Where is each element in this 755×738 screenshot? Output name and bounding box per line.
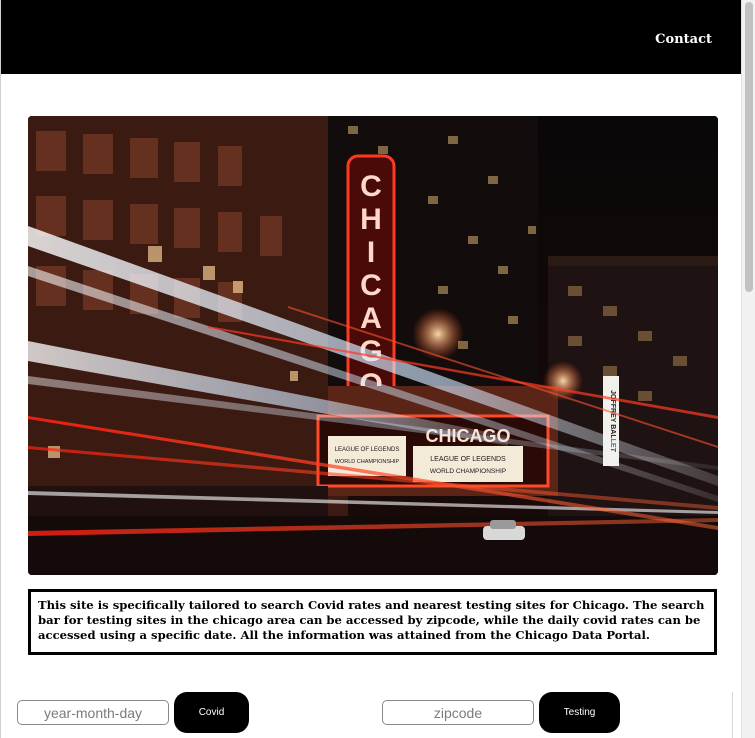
content-edge (732, 692, 741, 738)
svg-text:WORLD CHAMPIONSHIP: WORLD CHAMPIONSHIP (430, 468, 506, 475)
svg-text:A: A (360, 302, 382, 335)
vertical-scrollbar[interactable] (741, 0, 755, 738)
covid-search-button[interactable]: Covid (174, 692, 249, 733)
testing-search-button[interactable]: Testing (539, 692, 620, 733)
site-description-text: This site is specifically tailored to se… (38, 598, 705, 642)
svg-text:LEAGUE OF LEGENDS: LEAGUE OF LEGENDS (430, 456, 506, 463)
site-description-box: This site is specifically tailored to se… (28, 589, 717, 655)
vertical-sign-c: C (360, 170, 382, 203)
contact-link[interactable]: Contact (655, 32, 712, 47)
top-navbar: Contact (1, 0, 741, 74)
date-search-input[interactable] (17, 700, 169, 725)
svg-text:H: H (360, 203, 382, 236)
svg-text:WORLD CHAMPIONSHIP: WORLD CHAMPIONSHIP (335, 459, 400, 465)
svg-text:LEAGUE OF LEGENDS: LEAGUE OF LEGENDS (335, 447, 400, 453)
svg-text:C: C (360, 269, 382, 302)
chicago-theatre-photo: C H I C A G O CHICAGO LEAGUE OF LEGENDS … (28, 116, 718, 575)
zipcode-search-input[interactable] (382, 700, 534, 725)
page-viewport: Contact C H I C A LEAGUE OF LEGENDS WORL… (0, 0, 741, 738)
svg-text:I: I (367, 236, 375, 269)
scrollbar-thumb[interactable] (745, 2, 753, 292)
hero-image: C H I C A G O CHICAGO LEAGUE OF LEGENDS … (28, 116, 718, 575)
